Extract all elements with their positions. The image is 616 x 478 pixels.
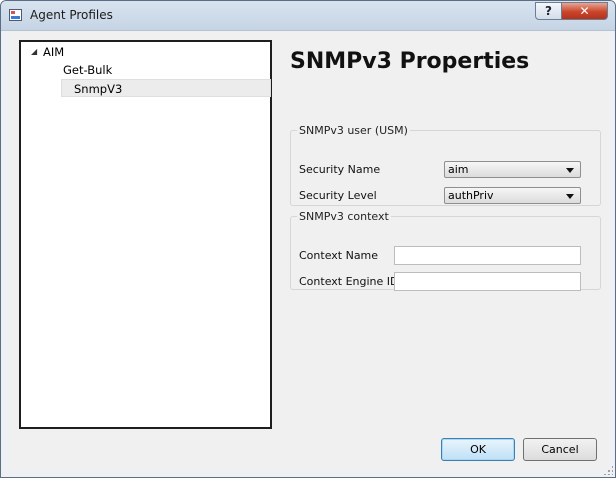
security-level-value: authPriv bbox=[448, 189, 494, 202]
dialog-client-area: ◢ AIM Get-Bulk SnmpV3 SNMPv3 Properties … bbox=[9, 31, 607, 469]
security-name-label: Security Name bbox=[299, 163, 381, 176]
close-icon: ✕ bbox=[579, 4, 590, 18]
help-icon: ? bbox=[545, 4, 552, 18]
context-name-input[interactable] bbox=[394, 246, 581, 265]
tree-item-label: SnmpV3 bbox=[74, 82, 123, 96]
help-button[interactable]: ? bbox=[535, 2, 562, 20]
page-title: SNMPv3 Properties bbox=[290, 49, 530, 74]
context-engine-id-label: Context Engine ID bbox=[299, 275, 399, 288]
cancel-button[interactable]: Cancel bbox=[523, 438, 597, 461]
security-level-label: Security Level bbox=[299, 189, 377, 202]
tree-item-get-bulk[interactable]: Get-Bulk bbox=[51, 61, 271, 79]
context-group-legend: SNMPv3 context bbox=[299, 210, 389, 223]
agent-profiles-window: Agent Profiles ? ✕ ◢ AIM Get-Bulk SnmpV3… bbox=[0, 0, 616, 478]
ok-button[interactable]: OK bbox=[441, 438, 515, 461]
usm-group-legend: SNMPv3 user (USM) bbox=[299, 124, 408, 137]
chevron-down-icon bbox=[566, 168, 574, 173]
context-group: SNMPv3 context Context Name Context Engi… bbox=[290, 210, 601, 291]
security-name-select[interactable]: aim bbox=[444, 161, 581, 178]
usm-group: SNMPv3 user (USM) Security Name aim Secu… bbox=[290, 124, 601, 206]
security-level-select[interactable]: authPriv bbox=[444, 187, 581, 204]
tree-item-label: Get-Bulk bbox=[63, 63, 113, 77]
close-button[interactable]: ✕ bbox=[561, 2, 608, 20]
chevron-down-icon bbox=[566, 194, 574, 199]
context-name-label: Context Name bbox=[299, 249, 379, 262]
tree-item-snmpv3[interactable]: SnmpV3 bbox=[61, 79, 271, 97]
context-engine-id-input[interactable] bbox=[394, 272, 581, 291]
title-bar[interactable]: Agent Profiles ? ✕ bbox=[1, 1, 615, 31]
app-icon bbox=[9, 9, 22, 21]
tree-item-label: AIM bbox=[43, 45, 65, 59]
profile-tree[interactable]: ◢ AIM Get-Bulk SnmpV3 bbox=[19, 40, 272, 429]
collapse-triangle-icon[interactable]: ◢ bbox=[31, 43, 41, 61]
window-title: Agent Profiles bbox=[30, 8, 113, 22]
security-name-value: aim bbox=[448, 163, 469, 176]
